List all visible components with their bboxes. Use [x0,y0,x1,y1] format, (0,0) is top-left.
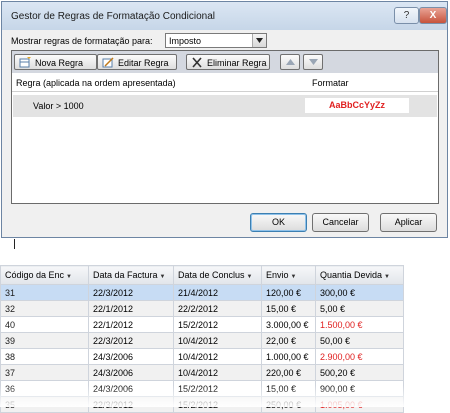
cell-invoice-date[interactable]: 22/3/2012 [88,396,174,413]
table-row[interactable]: 39 22/3/2012 10/4/2012 22,00 € 50,00 € [0,332,404,349]
arrow-up-icon [286,59,295,65]
rules-header: Regra (aplicada na ordem apresentada) Fo… [12,73,438,92]
cell-shipping[interactable]: 250,00 € [261,396,316,413]
cell-completion-date[interactable]: 10/4/2012 [173,348,262,365]
cell-shipping[interactable]: 22,00 € [261,332,316,349]
show-rules-value: Imposto [169,36,202,46]
filter-arrow-icon[interactable]: ▼ [247,274,253,280]
chevron-down-icon[interactable] [252,34,266,47]
new-rule-button[interactable]: Nova Regra [14,54,97,70]
delete-rule-icon [192,57,202,68]
rule-column-header: Regra (aplicada na ordem apresentada) [16,78,176,88]
cell-order-code[interactable]: 35 [0,396,89,413]
dialog-body: Mostrar regras de formatação para: Impos… [2,30,447,237]
conditional-formatting-dialog: Gestor de Regras de Formatação Condicion… [1,1,448,238]
cell-completion-date[interactable]: 10/4/2012 [173,364,262,381]
data-sheet: Código da Enc ▼ Data da Factura ▼ Data de … [0,265,450,413]
column-header-amount-due[interactable]: Quantia Devida ▼ [315,265,404,285]
cell-amount-due[interactable]: 50,00 € [315,332,404,349]
column-header-order-code[interactable]: Código da Enc ▼ [0,265,89,285]
cell-order-code[interactable]: 36 [0,380,89,397]
table-row[interactable]: 36 24/3/2006 15/2/2012 15,00 € 900,00 € [0,380,404,397]
cell-invoice-date[interactable]: 24/3/2006 [88,348,174,365]
rule-row[interactable]: Valor > 1000 AaBbCcYyZz [13,95,437,117]
new-rule-label: Nova Regra [35,58,84,68]
cell-invoice-date[interactable]: 24/3/2006 [88,380,174,397]
rule-text: Valor > 1000 [33,101,84,111]
cell-shipping[interactable]: 15,00 € [261,300,316,317]
filter-arrow-icon[interactable]: ▼ [291,274,297,280]
dialog-titlebar[interactable]: Gestor de Regras de Formatação Condicion… [2,2,447,30]
move-up-button[interactable] [280,54,300,70]
table-row[interactable]: 35 22/3/2012 15/2/2012 250,00 € 1.005,00… [0,396,404,413]
cell-completion-date[interactable]: 15/2/2012 [173,396,262,413]
cell-shipping[interactable]: 120,00 € [261,284,316,301]
table-row[interactable]: 38 24/3/2006 10/4/2012 1.000,00 € 2.900,… [0,348,404,365]
column-header-completion-date[interactable]: Data de Conclus ▼ [173,265,262,285]
delete-rule-label: Eliminar Regra [207,58,267,68]
data-table: Código da Enc ▼ Data da Factura ▼ Data de … [0,265,404,413]
edit-rule-icon [102,57,114,68]
cell-completion-date[interactable]: 22/2/2012 [173,300,262,317]
table-row[interactable]: 40 22/1/2012 15/2/2012 3.000,00 € 1.500,… [0,316,404,333]
show-rules-select[interactable]: Imposto [165,33,267,48]
filter-arrow-icon[interactable]: ▼ [384,274,390,280]
cell-order-code[interactable]: 39 [0,332,89,349]
cell-amount-due[interactable]: 900,00 € [315,380,404,397]
cell-amount-due[interactable]: 5,00 € [315,300,404,317]
column-header-shipping[interactable]: Envio ▼ [261,265,316,285]
edit-rule-button[interactable]: Editar Regra [97,54,177,70]
filter-arrow-icon[interactable]: ▼ [66,274,72,280]
help-button[interactable]: ? [394,7,419,24]
cell-amount-due[interactable]: 1.005,00 € [315,396,404,413]
delete-rule-button[interactable]: Eliminar Regra [186,54,270,70]
cell-completion-date[interactable]: 15/2/2012 [173,380,262,397]
cell-order-code[interactable]: 31 [0,284,89,301]
cell-shipping[interactable]: 1.000,00 € [261,348,316,365]
cell-invoice-date[interactable]: 22/3/2012 [88,284,174,301]
arrow-down-icon [309,59,318,65]
filter-arrow-icon[interactable]: ▼ [160,274,166,280]
ok-button[interactable]: OK [250,213,307,232]
cell-completion-date[interactable]: 15/2/2012 [173,316,262,333]
cell-invoice-date[interactable]: 22/3/2012 [88,332,174,349]
cell-amount-due[interactable]: 2.900,00 € [315,348,404,365]
text-cursor [14,239,15,249]
table-row[interactable]: 31 22/3/2012 21/4/2012 120,00 € 300,00 € [0,284,404,301]
new-rule-icon [19,57,31,68]
cancel-button[interactable]: Cancelar [312,213,369,232]
cell-amount-due[interactable]: 300,00 € [315,284,404,301]
cell-completion-date[interactable]: 21/4/2012 [173,284,262,301]
table-row[interactable]: 32 22/1/2012 22/2/2012 15,00 € 5,00 € [0,300,404,317]
cell-invoice-date[interactable]: 22/1/2012 [88,316,174,333]
edit-rule-label: Editar Regra [118,58,169,68]
cell-order-code[interactable]: 37 [0,364,89,381]
rules-toolbar: Nova Regra Editar Regra Eliminar Regra [12,51,438,74]
format-column-header: Formatar [312,78,349,88]
close-button[interactable]: X [419,7,447,24]
cell-invoice-date[interactable]: 24/3/2006 [88,364,174,381]
cell-completion-date[interactable]: 10/4/2012 [173,332,262,349]
cell-order-code[interactable]: 32 [0,300,89,317]
cell-shipping[interactable]: 3.000,00 € [261,316,316,333]
show-rules-label: Mostrar regras de formatação para: [11,36,153,46]
cell-shipping[interactable]: 220,00 € [261,364,316,381]
table-row[interactable]: 37 24/3/2006 10/4/2012 220,00 € 500,20 € [0,364,404,381]
cell-invoice-date[interactable]: 22/1/2012 [88,300,174,317]
format-preview: AaBbCcYyZz [305,98,409,113]
cell-order-code[interactable]: 38 [0,348,89,365]
rules-panel: Nova Regra Editar Regra Eliminar Regra R… [11,50,439,204]
cell-amount-due[interactable]: 500,20 € [315,364,404,381]
cell-shipping[interactable]: 15,00 € [261,380,316,397]
apply-button[interactable]: Aplicar [380,213,437,232]
column-header-invoice-date[interactable]: Data da Factura ▼ [88,265,174,285]
dialog-title: Gestor de Regras de Formatação Condicion… [11,11,215,22]
cell-amount-due[interactable]: 1.500,00 € [315,316,404,333]
table-header-row: Código da Enc ▼ Data da Factura ▼ Data de … [0,265,404,285]
move-down-button[interactable] [303,54,323,70]
cell-order-code[interactable]: 40 [0,316,89,333]
